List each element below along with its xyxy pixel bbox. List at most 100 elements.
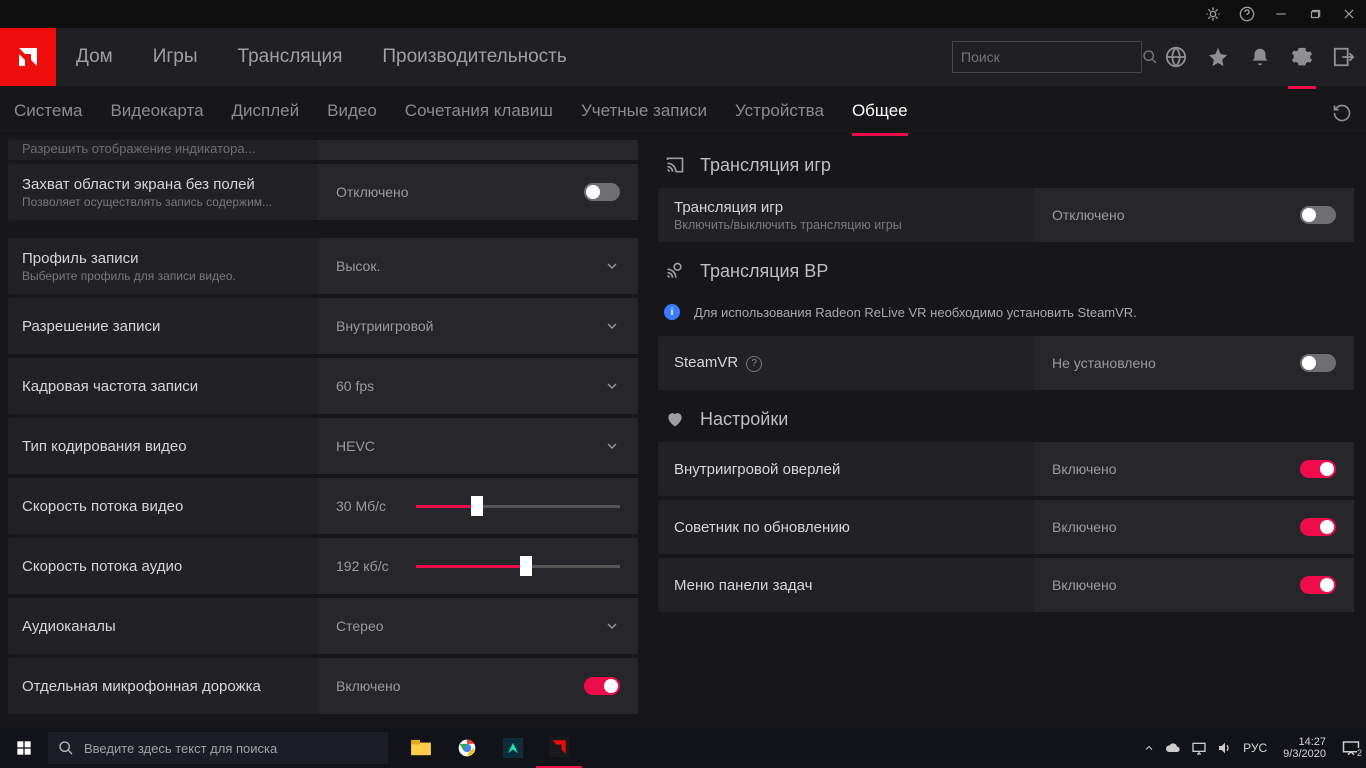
row-recording-0: Профиль записи Выберите профиль для запис… (8, 238, 638, 294)
game-streaming-label: Трансляция игр (674, 199, 1018, 216)
game-streaming-toggle[interactable] (1300, 206, 1336, 224)
search-icon (58, 740, 74, 756)
setting-value: Внутриигровой (336, 318, 433, 334)
left-column: Разрешить отображение индикатора... Захв… (0, 134, 650, 728)
file-explorer-icon[interactable] (398, 728, 444, 768)
row-recording-7: Отдельная микрофонная дорожкаВключено (8, 658, 638, 714)
gear-icon[interactable] (1290, 45, 1314, 69)
setting-value: Стерео (336, 618, 384, 634)
section-preferences: Настройки (658, 394, 1354, 442)
vr-cast-icon (664, 260, 686, 282)
star-icon[interactable] (1206, 45, 1230, 69)
row-game-streaming: Трансляция игр Включить/выключить трансл… (658, 188, 1354, 242)
pref-toggle[interactable] (1300, 576, 1336, 594)
tray-clock[interactable]: 14:27 9/3/2020 (1277, 736, 1332, 760)
borderless-toggle[interactable] (584, 183, 620, 201)
minimize-icon[interactable] (1272, 5, 1290, 23)
chrome-icon[interactable] (444, 728, 490, 768)
borderless-value: Отключено (336, 184, 409, 200)
section-vr-streaming: Трансляция ВР (658, 246, 1354, 294)
web-icon[interactable] (1164, 45, 1188, 69)
app-window: Дом Игры Трансляция Производительность С… (0, 0, 1366, 728)
steamvr-toggle[interactable] (1300, 354, 1336, 372)
filmora-icon[interactable] (490, 728, 536, 768)
tray-network-icon[interactable] (1191, 741, 1207, 755)
tray-onedrive-icon[interactable] (1165, 742, 1181, 754)
borderless-sub: Позволяет осуществлять запись содержим..… (22, 195, 304, 209)
chevron-down-icon[interactable] (604, 438, 620, 454)
chevron-down-icon[interactable] (604, 258, 620, 274)
row-recording-6: АудиоканалыСтерео (8, 598, 638, 654)
info-icon: i (664, 304, 680, 320)
setting-label: Профиль записи (22, 250, 304, 267)
restore-icon[interactable] (1306, 5, 1324, 23)
indicator-label: Разрешить отображение индикатора... (22, 141, 304, 156)
row-recording-1: Разрешение записи Внутриигровой (8, 298, 638, 354)
row-indicator-display: Разрешить отображение индикатора... (8, 140, 638, 160)
tab-performance[interactable]: Производительность (362, 28, 586, 86)
chevron-down-icon[interactable] (604, 318, 620, 334)
vr-info-line: i Для использования Radeon ReLive VR нео… (658, 294, 1354, 336)
cast-icon (664, 154, 686, 176)
tab-streaming[interactable]: Трансляция (218, 28, 363, 86)
subtab-general[interactable]: Общее (852, 101, 908, 133)
tray-lang[interactable]: РУС (1243, 741, 1267, 755)
chevron-down-icon[interactable] (604, 618, 620, 634)
steamvr-label: SteamVR? (674, 354, 1018, 371)
setting-label: Скорость потока аудио (22, 558, 304, 575)
pref-toggle[interactable] (1300, 518, 1336, 536)
section-game-streaming: Трансляция игр (658, 140, 1354, 188)
setting-value: 30 Мб/с (336, 498, 396, 514)
taskbar-search[interactable]: Введите здесь текст для поиска (48, 732, 388, 764)
borderless-label: Захват области экрана без полей (22, 176, 304, 193)
subtab-hotkeys[interactable]: Сочетания клавиш (405, 101, 553, 133)
search-icon (1142, 49, 1158, 65)
bug-icon[interactable] (1204, 5, 1222, 23)
row-borderless-capture: Захват области экрана без полей Позволяе… (8, 164, 638, 220)
setting-label: Разрешение записи (22, 318, 304, 335)
search-box[interactable] (952, 41, 1142, 73)
top-nav: Дом Игры Трансляция Производительность (0, 28, 1366, 86)
start-button[interactable] (0, 728, 48, 768)
subtab-accounts[interactable]: Учетные записи (581, 101, 707, 133)
exit-icon[interactable] (1332, 45, 1356, 69)
pref-value: Включено (1052, 461, 1117, 477)
row-pref-1: Советник по обновлениюВключено (658, 500, 1354, 554)
tray-volume-icon[interactable] (1217, 741, 1233, 755)
subtab-display[interactable]: Дисплей (232, 101, 300, 133)
close-icon[interactable] (1340, 5, 1358, 23)
row-pref-2: Меню панели задачВключено (658, 558, 1354, 612)
chevron-down-icon[interactable] (604, 378, 620, 394)
tab-games[interactable]: Игры (133, 28, 218, 86)
setting-sub: Выберите профиль для записи видео. (22, 269, 304, 283)
tab-home[interactable]: Дом (56, 28, 133, 86)
right-column: Трансляция игр Трансляция игр Включить/в… (650, 134, 1366, 728)
search-input[interactable] (961, 49, 1142, 65)
setting-value: 192 кб/с (336, 558, 396, 574)
subtab-video[interactable]: Видео (327, 101, 377, 133)
help-badge-icon[interactable]: ? (746, 356, 762, 372)
bell-icon[interactable] (1248, 45, 1272, 69)
amd-app-icon[interactable] (536, 728, 582, 768)
subtab-gpu[interactable]: Видеокарта (110, 101, 203, 133)
vr-info-text: Для использования Radeon ReLive VR необх… (694, 305, 1137, 320)
steamvr-value: Не установлено (1052, 355, 1156, 371)
subtab-devices[interactable]: Устройства (735, 101, 824, 133)
slider[interactable] (396, 565, 620, 568)
row-recording-4: Скорость потока видео30 Мб/с (8, 478, 638, 534)
pref-toggle[interactable] (1300, 460, 1336, 478)
setting-toggle[interactable] (584, 677, 620, 695)
taskbar-search-placeholder: Введите здесь текст для поиска (84, 741, 277, 756)
help-icon[interactable] (1238, 5, 1256, 23)
amd-logo[interactable] (0, 28, 56, 86)
slider[interactable] (396, 505, 620, 508)
tray-chevron-up-icon[interactable] (1143, 742, 1155, 754)
subtab-system[interactable]: Система (14, 101, 82, 133)
row-pref-0: Внутриигровой оверлейВключено (658, 442, 1354, 496)
reset-icon[interactable] (1332, 103, 1352, 133)
pref-label: Меню панели задач (674, 577, 1018, 594)
tray-notifications-icon[interactable]: 2 (1342, 740, 1360, 756)
game-streaming-sub: Включить/выключить трансляцию игры (674, 218, 1018, 232)
setting-value: Включено (336, 678, 401, 694)
row-recording-5: Скорость потока аудио 192 кб/с (8, 538, 638, 594)
